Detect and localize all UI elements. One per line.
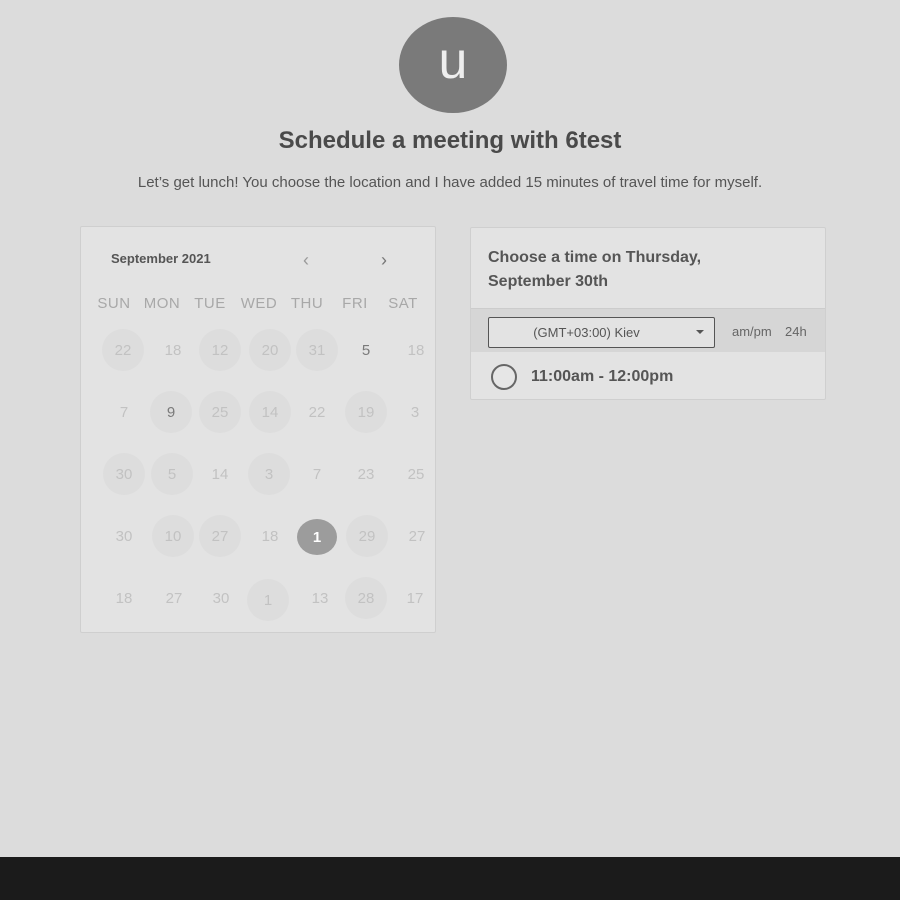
calendar-day[interactable]: 27 [153,577,195,619]
calendar-day[interactable]: 22 [296,391,338,433]
calendar-day[interactable]: 20 [249,329,291,371]
meeting-description: Let’s get lunch! You choose the location… [137,174,763,191]
host-avatar: u [399,17,507,113]
calendar-day[interactable]: 25 [395,453,437,495]
time-picker-panel: Choose a time on Thursday, September 30t… [470,227,826,400]
calendar-day[interactable]: 30 [103,453,145,495]
calendar-panel: September 2021 ‹ › SUN MON TUE WED THU F… [80,226,436,633]
calendar-day[interactable]: 3 [394,391,436,433]
footer-bar [0,857,900,900]
calendar-day[interactable]: 7 [296,453,338,495]
calendar-day[interactable]: 18 [103,577,145,619]
weekday-header: WED [240,295,278,312]
calendar-day[interactable]: 14 [199,453,241,495]
calendar-day[interactable]: 27 [199,515,241,557]
calendar-day[interactable]: 18 [152,329,194,371]
time-slot-radio[interactable] [491,364,517,390]
calendar-day[interactable]: 25 [199,391,241,433]
page-title: Schedule a meeting with 6test [278,127,622,154]
format-24h-toggle[interactable]: 24h [785,324,807,339]
calendar-day[interactable]: 12 [199,329,241,371]
calendar-day[interactable]: 3 [248,453,290,495]
weekday-header: THU [290,295,324,312]
chevron-right-icon[interactable]: › [381,251,387,269]
calendar-day[interactable]: 28 [345,577,387,619]
calendar-day[interactable]: 30 [103,515,145,557]
calendar-day[interactable]: 1 [247,579,289,621]
calendar-day[interactable]: 31 [296,329,338,371]
timezone-bar: (GMT+03:00) Kiev am/pm 24h [471,308,825,352]
calendar-month-label: September 2021 [111,251,211,266]
time-slot-label: 11:00am - 12:00pm [531,368,674,385]
calendar-day[interactable]: 14 [249,391,291,433]
calendar-day[interactable]: 17 [394,577,436,619]
calendar-day[interactable]: 7 [103,391,145,433]
chevron-left-icon[interactable]: ‹ [303,251,309,269]
weekday-header: MON [143,295,181,312]
caret-down-icon [696,330,704,334]
calendar-day[interactable]: 10 [152,515,194,557]
time-slot[interactable]: 11:00am - 12:00pm [491,364,673,390]
weekday-header: SAT [388,295,418,312]
calendar-day-selected[interactable]: 1 [297,519,337,555]
calendar-day[interactable]: 27 [396,515,438,557]
calendar-day[interactable]: 18 [395,329,437,371]
weekday-header: FRI [342,295,368,312]
calendar-day[interactable]: 13 [299,577,341,619]
format-ampm-toggle[interactable]: am/pm [732,324,772,339]
timezone-select[interactable]: (GMT+03:00) Kiev [488,317,715,348]
calendar-day[interactable]: 18 [249,515,291,557]
calendar-day[interactable]: 9 [150,391,192,433]
weekday-header: SUN [97,295,131,312]
calendar-day[interactable]: 30 [200,577,242,619]
time-picker-heading: Choose a time on Thursday, September 30t… [488,249,702,290]
calendar-day[interactable]: 5 [345,329,387,371]
timezone-value: (GMT+03:00) Kiev [533,325,640,340]
calendar-day[interactable]: 29 [346,515,388,557]
weekday-header: TUE [194,295,226,312]
calendar-day[interactable]: 22 [102,329,144,371]
calendar-day[interactable]: 19 [345,391,387,433]
calendar-day[interactable]: 5 [151,453,193,495]
calendar-day[interactable]: 23 [345,453,387,495]
